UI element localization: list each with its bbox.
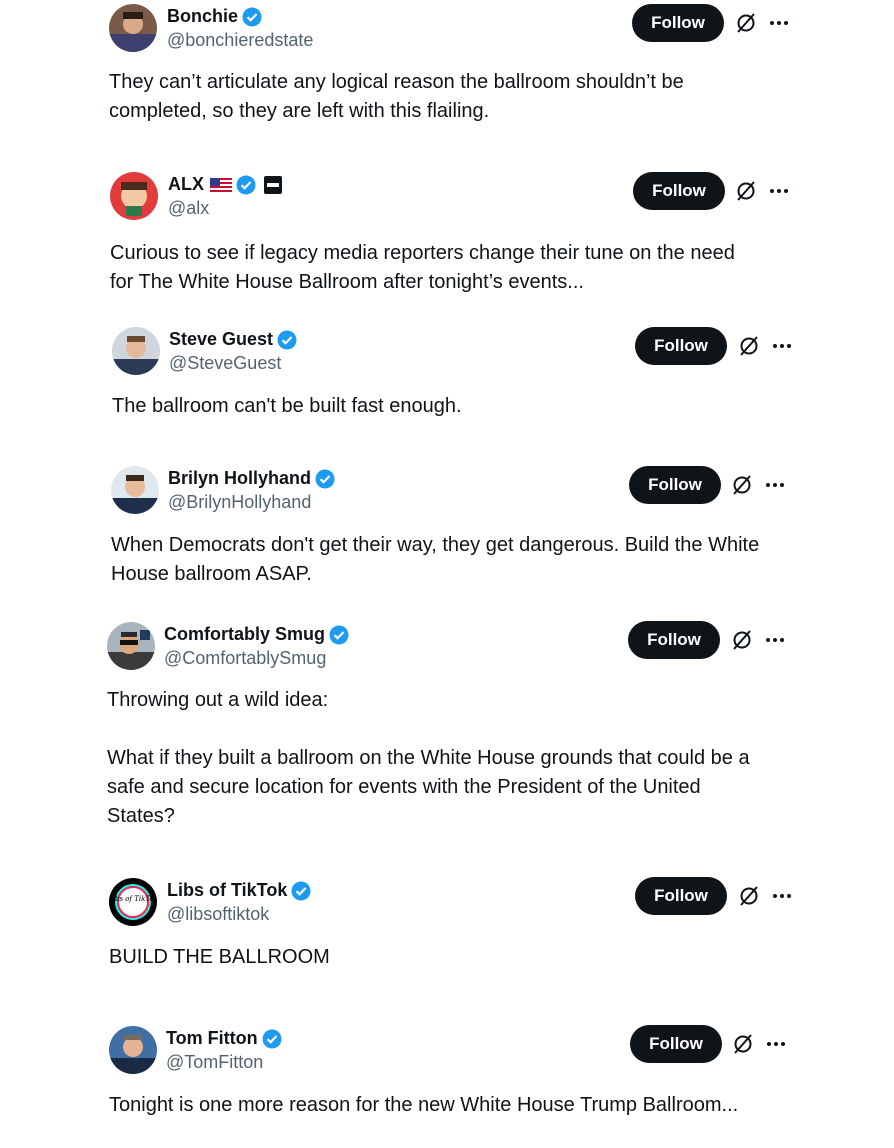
grok-icon[interactable] — [738, 335, 760, 357]
tweet-text: They can’t articulate any logical reason… — [109, 71, 684, 122]
tweet-text: Tonight is one more reason for the new W… — [109, 1094, 739, 1116]
more-dots-icon[interactable] — [765, 637, 785, 643]
tweet-text: Curious to see if legacy media reporters… — [110, 242, 735, 293]
display-name[interactable]: ALX — [168, 174, 204, 195]
display-name[interactable]: Tom Fitton — [166, 1028, 258, 1049]
user-handle[interactable]: @alx — [168, 198, 209, 219]
more-dots-icon[interactable] — [766, 1041, 786, 1047]
user-handle[interactable]: @bonchieredstate — [167, 30, 313, 51]
avatar[interactable] — [111, 466, 159, 514]
follow-button[interactable]: Follow — [630, 1025, 722, 1063]
follow-button[interactable]: Follow — [629, 466, 721, 504]
more-dots-icon[interactable] — [772, 893, 792, 899]
display-name[interactable]: Bonchie — [167, 6, 238, 27]
avatar[interactable] — [112, 327, 160, 375]
more-dots-icon[interactable] — [772, 343, 792, 349]
follow-button[interactable]: Follow — [628, 621, 720, 659]
verified-badge-icon — [236, 175, 256, 195]
display-name[interactable]: Comfortably Smug — [164, 624, 325, 645]
more-dots-icon[interactable] — [765, 482, 785, 488]
user-handle[interactable]: @SteveGuest — [169, 353, 281, 374]
grok-icon[interactable] — [731, 629, 753, 651]
verified-badge-icon — [291, 881, 311, 901]
grok-icon[interactable] — [732, 1033, 754, 1055]
grok-icon[interactable] — [731, 474, 753, 496]
avatar[interactable]: Libs of TikTok — [109, 878, 157, 926]
verified-badge-icon — [277, 330, 297, 350]
avatar[interactable] — [110, 172, 158, 220]
follow-button[interactable]: Follow — [633, 172, 725, 210]
tweet-text: Throwing out a wild idea: What if they b… — [107, 689, 750, 827]
verified-badge-icon — [242, 7, 262, 27]
follow-button[interactable]: Follow — [635, 327, 727, 365]
display-name[interactable]: Libs of TikTok — [167, 880, 287, 901]
tweet-text: BUILD THE BALLROOM — [109, 946, 330, 968]
user-handle[interactable]: @TomFitton — [166, 1052, 263, 1073]
user-handle[interactable]: @ComfortablySmug — [164, 648, 326, 669]
user-handle[interactable]: @BrilynHollyhand — [168, 492, 311, 513]
verified-badge-icon — [262, 1029, 282, 1049]
grok-icon[interactable] — [735, 180, 757, 202]
display-name[interactable]: Brilyn Hollyhand — [168, 468, 311, 489]
us-flag-icon — [210, 177, 232, 193]
avatar[interactable] — [107, 622, 155, 670]
grok-icon[interactable] — [738, 885, 760, 907]
tweet-text: The ballroom can't be built fast enough. — [112, 395, 462, 417]
more-dots-icon[interactable] — [769, 20, 789, 26]
avatar[interactable] — [109, 1026, 157, 1074]
more-dots-icon[interactable] — [769, 188, 789, 194]
grok-icon[interactable] — [735, 12, 757, 34]
follow-button[interactable]: Follow — [635, 877, 727, 915]
avatar-logo-text: Libs of TikTok — [109, 895, 157, 903]
verified-badge-icon — [329, 625, 349, 645]
follow-button[interactable]: Follow — [632, 4, 724, 42]
affiliation-badge-icon — [264, 175, 282, 194]
display-name[interactable]: Steve Guest — [169, 329, 273, 350]
tweet-text: When Democrats don't get their way, they… — [111, 534, 760, 585]
user-handle[interactable]: @libsoftiktok — [167, 904, 269, 925]
avatar[interactable] — [109, 4, 157, 52]
verified-badge-icon — [315, 469, 335, 489]
